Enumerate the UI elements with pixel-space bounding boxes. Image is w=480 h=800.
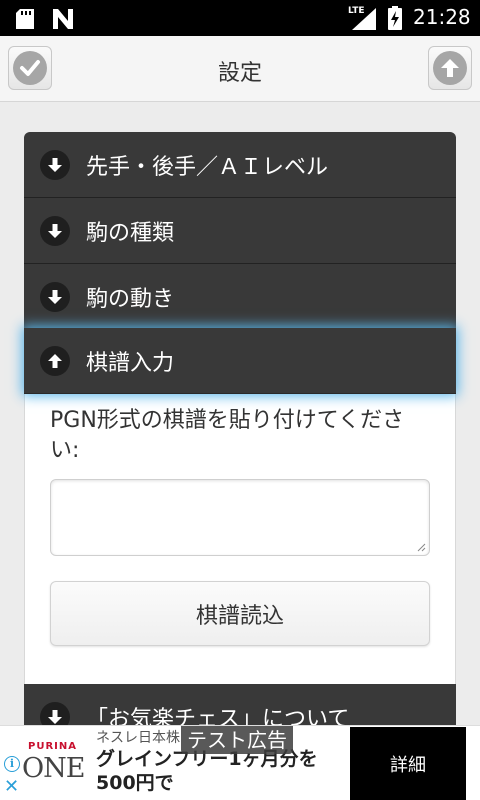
accordion-piece-type[interactable]: 駒の種類 — [24, 198, 456, 264]
accordion-kifu-input[interactable]: 棋譜入力 — [24, 328, 456, 394]
signal-icon — [352, 8, 376, 30]
ad-advertiser: ネスレ日本株 — [96, 730, 180, 746]
ad-banner[interactable]: i ✕ PURINA ONE ネスレ日本株 グレインフリー1ヶ月分を500円で … — [0, 725, 480, 800]
sd-card-icon — [16, 9, 34, 29]
ad-details-button[interactable]: 詳細 — [350, 727, 466, 800]
accordion-piece-moves[interactable]: 駒の動き — [24, 264, 456, 330]
accordion-label: 駒の種類 — [86, 220, 175, 246]
ad-brand-small: PURINA — [28, 741, 77, 752]
accordion-label: 駒の動き — [86, 286, 175, 312]
accordion-side-ai-level[interactable]: 先手・後手／ＡＩレベル — [24, 132, 456, 198]
test-ad-badge: テスト広告 — [181, 726, 293, 754]
ad-headline: グレインフリー1ヶ月分を500円で — [96, 748, 318, 794]
arrow-down-icon — [40, 149, 70, 180]
arrow-down-icon — [40, 281, 70, 312]
arrow-up-icon — [433, 51, 467, 85]
pgn-input[interactable] — [50, 479, 430, 556]
arrow-down-icon — [40, 215, 70, 246]
arrow-up-icon — [40, 345, 70, 376]
settings-content: 先手・後手／ＡＩレベル 駒の種類 駒の動き 棋譜入力 PGN形式の棋譜を貼り付け… — [24, 132, 456, 772]
close-icon[interactable]: ✕ — [4, 778, 19, 796]
n-notification-icon — [53, 9, 73, 29]
app-header: 設定 — [0, 36, 480, 102]
status-bar: LTE 21:28 — [0, 0, 480, 36]
ad-brand-large: ONE — [22, 753, 85, 784]
battery-charging-icon — [388, 6, 402, 30]
accordion-label: 棋譜入力 — [86, 350, 175, 376]
accordion-label: 先手・後手／ＡＩレベル — [86, 154, 329, 180]
load-kifu-button[interactable]: 棋譜読込 — [50, 581, 430, 646]
scroll-top-button[interactable] — [428, 46, 472, 90]
kifu-instruction: PGN形式の棋譜を貼り付けてください: — [50, 408, 405, 463]
clock: 21:28 — [413, 5, 471, 29]
info-icon[interactable]: i — [4, 756, 20, 772]
resize-grip-icon[interactable] — [416, 542, 426, 552]
page-title: 設定 — [217, 61, 262, 86]
